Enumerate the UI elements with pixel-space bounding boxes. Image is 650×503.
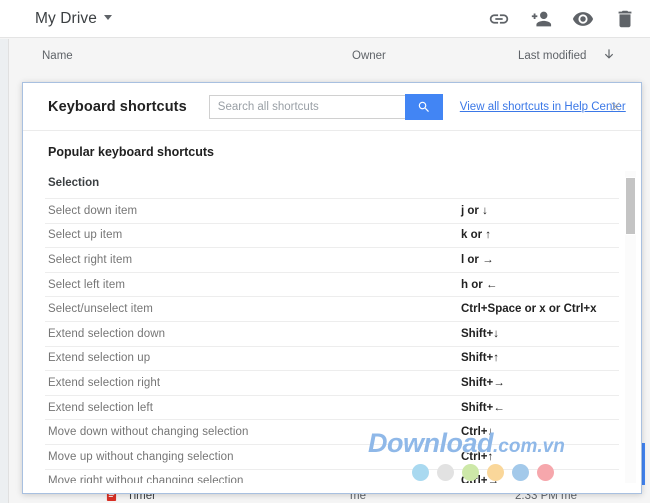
shortcut-label: Move up without changing selection — [48, 450, 234, 463]
shortcut-keys: Shift+↑ — [461, 352, 500, 365]
list-item: Extend selection up Shift+↑ — [45, 347, 619, 372]
list-item: Move down without changing selection Ctr… — [45, 420, 619, 445]
left-sidebar-rail — [0, 39, 9, 503]
arrow-down-icon[interactable] — [602, 47, 616, 61]
shortcut-label: Extend selection up — [48, 352, 151, 365]
list-item: Extend selection down Shift+↓ — [45, 322, 619, 347]
keyboard-shortcuts-dialog: Keyboard shortcuts View all shortcuts in… — [22, 82, 642, 494]
search-input[interactable] — [208, 94, 405, 119]
shortcut-label: Select right item — [48, 253, 133, 266]
shortcut-keys: Ctrl+→ — [461, 475, 500, 483]
drive-top-bar: My Drive — [0, 0, 650, 38]
list-item: Select left item h or ← — [45, 273, 619, 298]
column-header-last-modified[interactable]: Last modified — [518, 50, 586, 62]
dialog-subtitle: Popular keyboard shortcuts — [48, 145, 215, 159]
shortcut-keys: Ctrl+Space or x or Ctrl+x — [461, 303, 597, 316]
column-header-owner[interactable]: Owner — [352, 50, 386, 62]
shortcut-keys: j or ↓ — [461, 204, 488, 217]
column-header-name[interactable]: Name — [42, 50, 73, 62]
shortcut-label: Select up item — [48, 229, 123, 242]
shortcut-label: Extend selection down — [48, 327, 166, 340]
drive-title[interactable]: My Drive — [35, 10, 112, 28]
list-item: Select/unselect item Ctrl+Space or x or … — [45, 297, 619, 322]
list-item: Extend selection left Shift+← — [45, 396, 619, 421]
list-item: Select right item l or → — [45, 248, 619, 273]
shortcut-search — [208, 93, 443, 120]
list-item: Select up item k or ↑ — [45, 224, 619, 249]
shortcut-label: Select down item — [48, 204, 138, 217]
shortcut-keys: Shift+← — [461, 401, 505, 414]
shortcut-keys: Shift+→ — [461, 376, 505, 389]
shortcut-keys: l or → — [461, 253, 494, 266]
shortcut-keys: h or ← — [461, 278, 498, 291]
search-button[interactable] — [404, 93, 443, 120]
shortcut-keys: k or ↑ — [461, 229, 492, 242]
shortcut-keys: Shift+↓ — [461, 327, 500, 340]
shortcut-label: Extend selection left — [48, 401, 154, 414]
shortcut-label: Move right without changing selection — [48, 475, 244, 483]
scrollbar-thumb[interactable] — [625, 177, 636, 235]
help-center-link[interactable]: View all shortcuts in Help Center — [460, 101, 626, 113]
close-icon[interactable] — [605, 97, 625, 117]
file-list-column-headers: Name Owner Last modified — [0, 39, 650, 72]
list-item: Move right without changing selection Ct… — [45, 470, 619, 483]
list-item: Move up without changing selection Ctrl+… — [45, 445, 619, 470]
list-item: Extend selection right Shift+→ — [45, 371, 619, 396]
section-title-selection: Selection — [45, 171, 619, 199]
trash-icon[interactable] — [614, 8, 636, 30]
dialog-title: Keyboard shortcuts — [48, 98, 187, 115]
shortcuts-list: Select down item j or ↓ Select up item k… — [45, 199, 619, 483]
shortcut-label: Move down without changing selection — [48, 426, 249, 439]
list-item: Select down item j or ↓ — [45, 199, 619, 224]
caret-down-icon[interactable] — [103, 14, 112, 20]
top-bar-actions — [488, 8, 650, 30]
shortcut-keys: Ctrl+↓ — [461, 426, 494, 439]
link-icon[interactable] — [488, 8, 510, 30]
search-icon — [418, 101, 429, 112]
eye-icon[interactable] — [572, 8, 594, 30]
drive-keyboard-shortcuts-screen: My Drive Name Owner Last modified Timer … — [0, 0, 650, 503]
shortcuts-scroll-area: Selection Select down item j or ↓ Select… — [23, 171, 641, 483]
shortcut-label: Select/unselect item — [48, 303, 153, 316]
shortcut-keys: Ctrl+↑ — [461, 450, 494, 463]
add-person-icon[interactable] — [530, 8, 552, 30]
shortcut-label: Extend selection right — [48, 376, 161, 389]
shortcut-label: Select left item — [48, 278, 126, 291]
drive-title-label: My Drive — [35, 9, 97, 27]
dialog-header: Keyboard shortcuts View all shortcuts in… — [23, 83, 641, 131]
